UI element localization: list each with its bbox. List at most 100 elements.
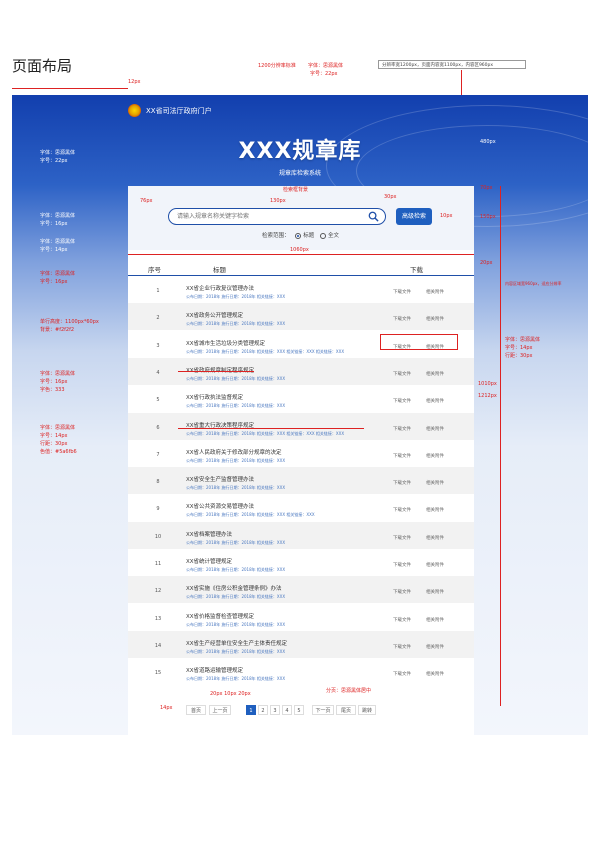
pager-page-2[interactable]: 2 xyxy=(258,705,268,715)
row-meta-links[interactable]: 公布日期：2018年 施行日期：2018年 相关链接：XXX xyxy=(186,540,285,546)
table-row: 11 XX省统计管理规定公布日期：2018年 施行日期：2018年 相关链接：XX… xyxy=(128,549,474,576)
row-meta-links[interactable]: 公布日期：2018年 施行日期：2018年 相关链接：XXX xyxy=(186,294,285,300)
download-file-link[interactable]: 下载文件 xyxy=(393,316,411,322)
row-number: 11 xyxy=(154,561,162,567)
download-attachment-link[interactable]: 相关附件 xyxy=(426,671,444,677)
pager-page-3[interactable]: 3 xyxy=(270,705,280,715)
download-attachment-link[interactable]: 相关附件 xyxy=(426,371,444,377)
row-meta-links[interactable]: 公布日期：2018年 施行日期：2018年 相关链接：XXX xyxy=(186,321,285,327)
row-number: 1 xyxy=(156,288,160,294)
annotation-left-title: 字号：22px xyxy=(40,158,68,164)
row-meta-links[interactable]: 公布日期：2018年 施行日期：2018年 相关链接：XXX 相关链接：XXX … xyxy=(186,431,344,437)
download-file-link[interactable]: 下载文件 xyxy=(393,562,411,568)
annotation-search-size: 字号：16px xyxy=(40,221,68,227)
row-title-link[interactable]: XX省政务公开管理规定 xyxy=(186,311,243,319)
row-title-link[interactable]: XX省价格监督检查管理规定 xyxy=(186,612,254,620)
download-attachment-link[interactable]: 相关附件 xyxy=(426,562,444,568)
row-meta-links[interactable]: 公布日期：2018年 施行日期：2018年 相关链接：XXX xyxy=(186,676,285,682)
radio-fulltext-label[interactable]: 全文 xyxy=(328,233,339,239)
row-meta-links[interactable]: 公布日期：2018年 施行日期：2018年 相关链接：XXX 相关链接：XXX … xyxy=(186,349,344,355)
annotation-search-bg: 检索框背景 xyxy=(283,187,309,193)
row-title-link[interactable]: XX省公共资源交易管理办法 xyxy=(186,502,254,510)
search-scope-label: 检索范围： xyxy=(262,233,290,239)
annotation-box-130: 130px xyxy=(270,198,286,204)
download-attachment-link[interactable]: 相关附件 xyxy=(426,644,444,650)
download-file-link[interactable]: 下载文件 xyxy=(393,507,411,513)
row-title-link[interactable]: XX省企业行政复议管理办法 xyxy=(186,284,254,292)
site-name[interactable]: XX省司法厅政府门户 xyxy=(146,106,212,116)
annotation-link-font: 字体：思源黑体 xyxy=(40,425,76,431)
annotation-1060: 1060px xyxy=(290,247,309,253)
row-title-link[interactable]: XX省生产经营单位安全生产主体责任规定 xyxy=(186,639,287,647)
annotation-font: 字体：思源黑体 xyxy=(308,63,344,69)
pager-page-4[interactable]: 4 xyxy=(282,705,292,715)
row-number: 5 xyxy=(156,397,160,404)
table-row: 5 XX省行政执法监督规定公布日期：2018年 施行日期：2018年 相关链接：X… xyxy=(128,385,474,412)
row-title-link[interactable]: XX省统计管理规定 xyxy=(186,557,232,565)
row-title-link[interactable]: XX省行政执法监督规定 xyxy=(186,393,243,401)
row-title-link[interactable]: XX省档案管理办法 xyxy=(186,530,232,538)
download-attachment-link[interactable]: 相关附件 xyxy=(426,617,444,623)
radio-fulltext[interactable] xyxy=(320,232,327,239)
row-title-link[interactable]: XX省实施《住房公积金管理条例》办法 xyxy=(186,584,282,592)
row-meta-links[interactable]: 公布日期：2018年 施行日期：2018年 相关链接：XXX xyxy=(186,594,285,600)
row-title-link[interactable]: XX省城市生活垃圾分类管理规定 xyxy=(186,339,265,347)
download-file-link[interactable]: 下载文件 xyxy=(393,589,411,595)
download-file-link[interactable]: 下载文件 xyxy=(393,480,411,486)
annotation-spec-box: 分辨率宽1200px，页面内容宽1100px，内容区960px xyxy=(378,60,526,69)
pager-last[interactable]: 尾页 xyxy=(336,705,356,715)
download-file-link[interactable]: 下载文件 xyxy=(393,535,411,541)
row-title-link[interactable]: XX省政府规章制定程序规定 xyxy=(186,366,254,374)
pager-prev[interactable]: 上一页 xyxy=(209,705,231,715)
download-file-link[interactable]: 下载文件 xyxy=(393,398,411,404)
download-attachment-link[interactable]: 相关附件 xyxy=(426,507,444,513)
download-attachment-link[interactable]: 相关附件 xyxy=(426,426,444,432)
download-attachment-link[interactable]: 相关附件 xyxy=(426,398,444,404)
row-meta-links[interactable]: 公布日期：2018年 施行日期：2018年 相关链接：XXX 相关链接：XXX xyxy=(186,512,315,518)
annotation-pager-sizes: 20px 10px 20px xyxy=(210,691,251,697)
search-icon[interactable] xyxy=(368,211,379,222)
download-attachment-link[interactable]: 相关附件 xyxy=(426,535,444,541)
download-file-link[interactable]: 下载文件 xyxy=(393,671,411,677)
row-title-link[interactable]: XX省道路运输管理规定 xyxy=(186,666,243,674)
pager-page-5[interactable]: 5 xyxy=(294,705,304,715)
annotation-search-font: 字体：思源黑体 xyxy=(40,213,76,219)
row-meta-links[interactable]: 公布日期：2018年 施行日期：2018年 相关链接：XXX xyxy=(186,458,285,464)
row-number: 13 xyxy=(154,615,162,622)
table-row: 10 XX省档案管理办法 公布日期：2018年 施行日期：2018年 相关链接：XX… xyxy=(128,521,474,549)
advanced-search-button[interactable]: 高级检索 xyxy=(396,208,432,225)
search-input[interactable] xyxy=(177,211,357,222)
annotation-row-height: 单行高度：1100px*60px xyxy=(40,319,99,325)
pager-page-1[interactable]: 1 xyxy=(246,705,256,715)
download-file-link[interactable]: 下载文件 xyxy=(393,426,411,432)
annotation-link-line: 行距：30px xyxy=(40,441,68,447)
row-meta-links[interactable]: 公布日期：2018年 施行日期：2018年 相关链接：XXX xyxy=(186,622,285,628)
row-number: 7 xyxy=(156,451,160,458)
download-file-link[interactable]: 下载文件 xyxy=(393,453,411,459)
table-row: 6 XX省重大行政决策程序规定 公布日期：2018年 施行日期：2018年 相关链接… xyxy=(128,412,474,440)
row-title-link[interactable]: XX省人民政府关于修改部分规章的决定 xyxy=(186,448,282,456)
row-title-link[interactable]: XX省安全生产监督管理办法 xyxy=(186,475,254,483)
download-file-link[interactable]: 下载文件 xyxy=(393,371,411,377)
row-meta-links[interactable]: 公布日期：2018年 施行日期：2018年 相关链接：XXX xyxy=(186,403,285,409)
download-file-link[interactable]: 下载文件 xyxy=(393,644,411,650)
pager-goto[interactable]: 跳转 xyxy=(358,705,376,715)
row-meta-links[interactable]: 公布日期：2018年 施行日期：2018年 相关链接：XXX xyxy=(186,567,285,573)
download-file-link[interactable]: 下载文件 xyxy=(393,289,411,295)
radio-title-label[interactable]: 标题 xyxy=(303,233,314,239)
annotation-row-bg: 背景：#f2f2f2 xyxy=(40,327,75,333)
radio-title[interactable] xyxy=(295,232,302,239)
table-header: 序号 标题 下载 xyxy=(128,262,474,276)
search-scope-options: 检索范围： 标题 全文 xyxy=(262,231,339,239)
pager-first[interactable]: 首页 xyxy=(186,705,206,715)
download-attachment-link[interactable]: 相关附件 xyxy=(426,289,444,295)
pager-next[interactable]: 下一页 xyxy=(312,705,334,715)
download-file-link[interactable]: 下载文件 xyxy=(393,617,411,623)
download-attachment-link[interactable]: 相关附件 xyxy=(426,480,444,486)
row-meta-links[interactable]: 公布日期：2018年 施行日期：2018年 相关链接：XXX xyxy=(186,376,285,382)
download-attachment-link[interactable]: 相关附件 xyxy=(426,316,444,322)
download-attachment-link[interactable]: 相关附件 xyxy=(426,453,444,459)
download-attachment-link[interactable]: 相关附件 xyxy=(426,589,444,595)
row-meta-links[interactable]: 公布日期：2018年 施行日期：2018年 相关链接：XXX xyxy=(186,485,285,491)
row-meta-links[interactable]: 公布日期：2018年 施行日期：2018年 相关链接：XXX xyxy=(186,649,285,655)
